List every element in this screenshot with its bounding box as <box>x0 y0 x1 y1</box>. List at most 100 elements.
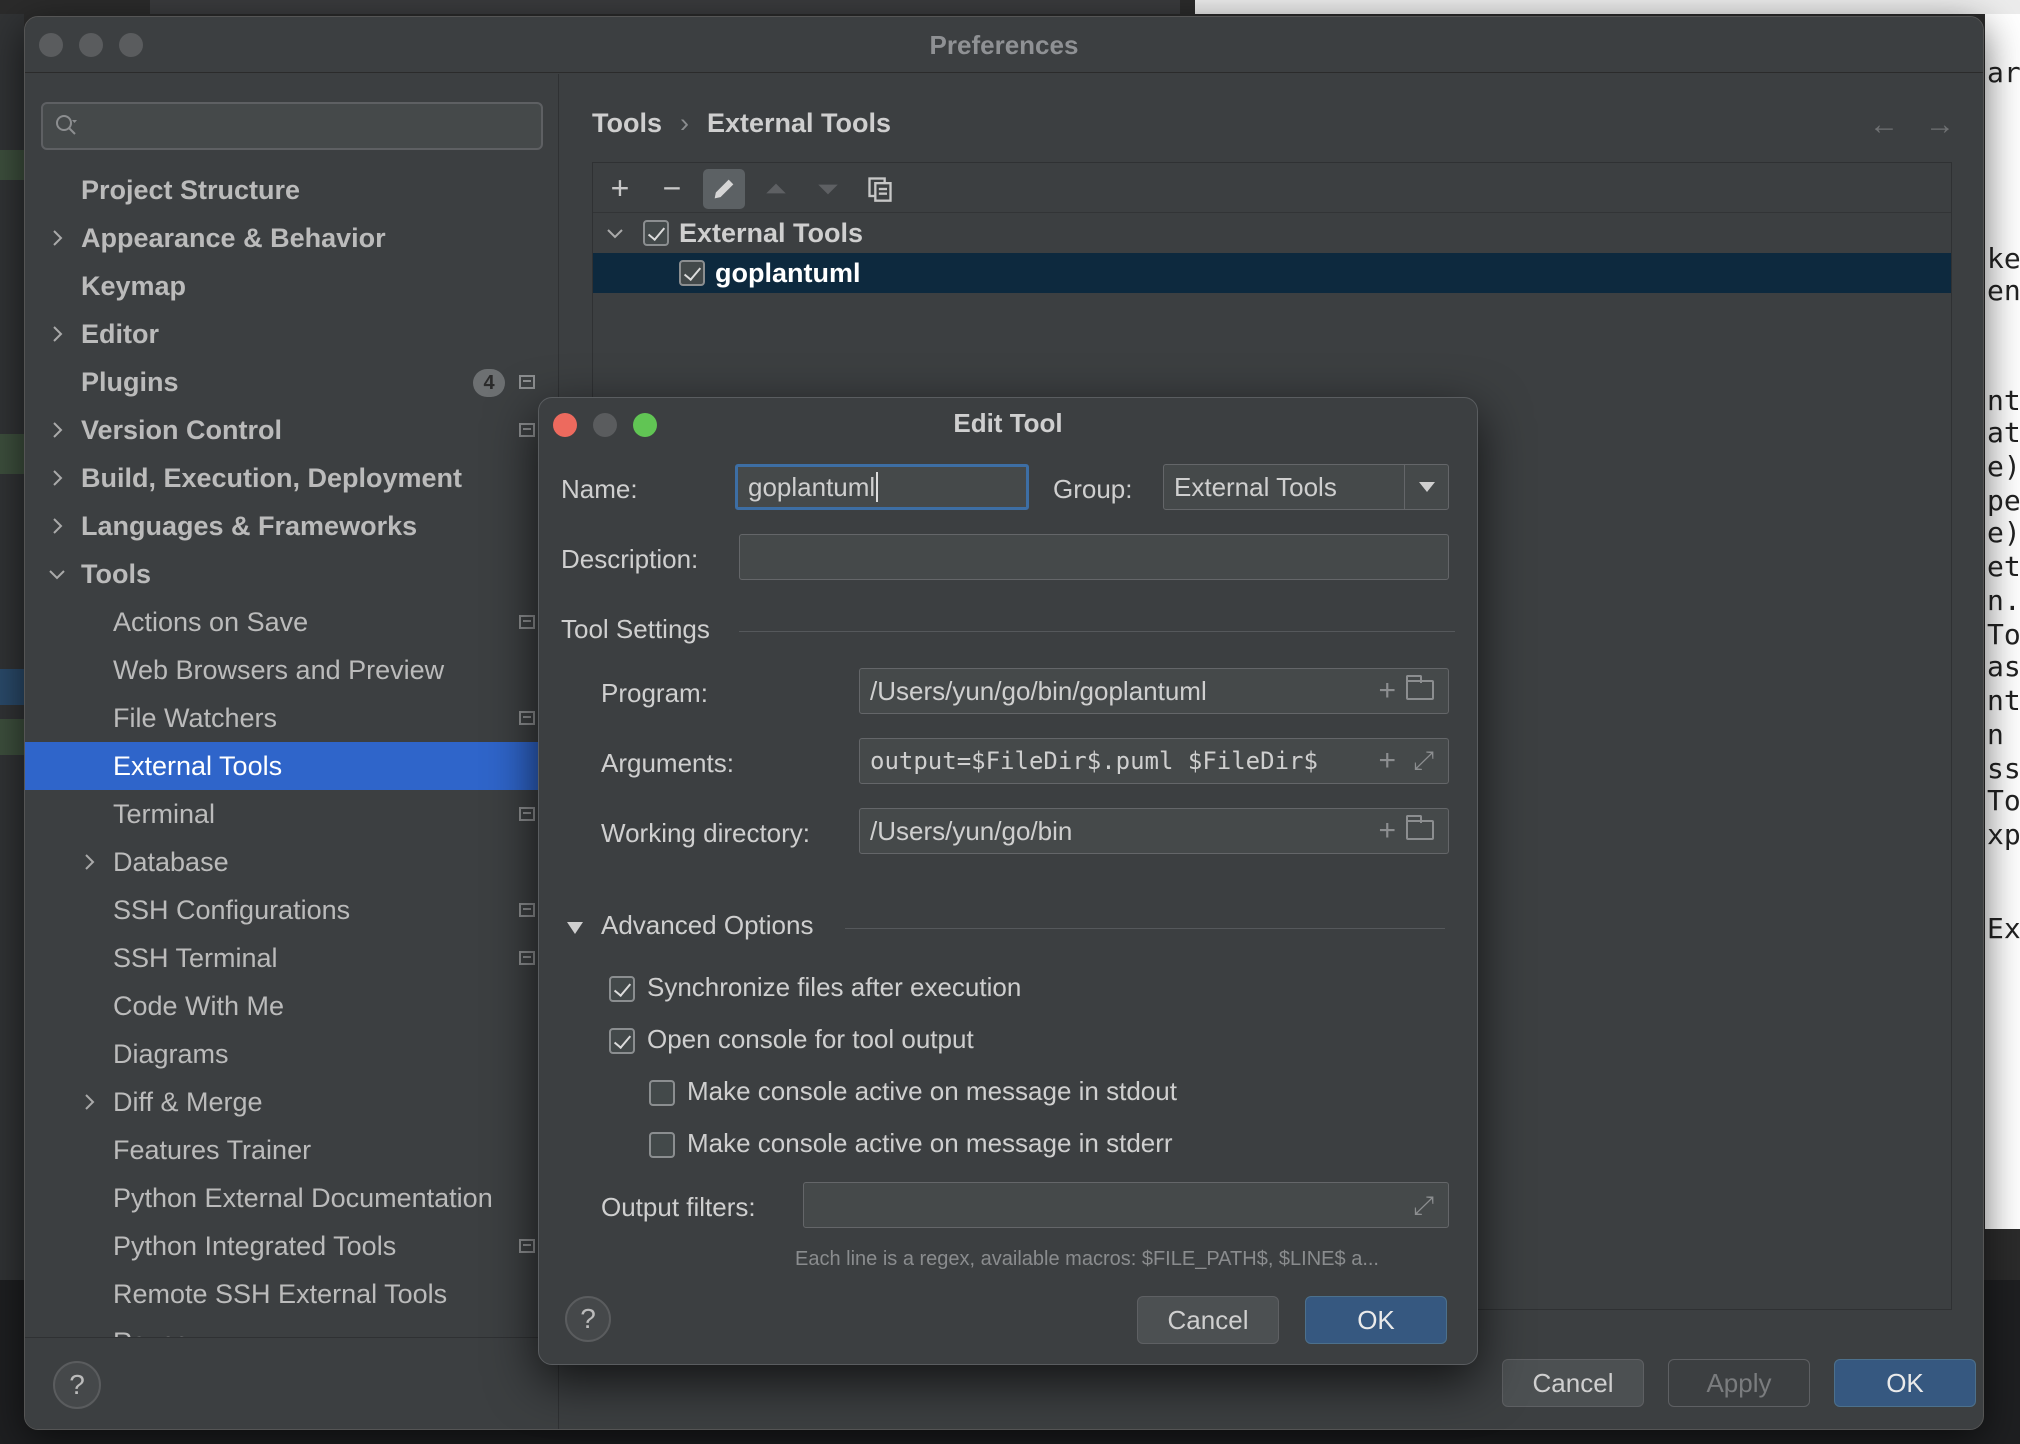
dialog-help-button[interactable]: ? <box>565 1296 611 1342</box>
sidebar-item-python-external-docs[interactable]: Python External Documentation <box>25 1174 558 1222</box>
insert-macro-icon[interactable]: + <box>1378 739 1396 783</box>
group-combobox[interactable]: External Tools <box>1163 464 1449 510</box>
title-bar: Preferences <box>25 17 1983 73</box>
sidebar-item-ssh-configurations[interactable]: SSH Configurations <box>25 886 558 934</box>
console-stderr-checkbox[interactable] <box>649 1132 675 1158</box>
external-tools-toolbar: + − <box>593 163 1951 213</box>
settings-search-input[interactable] <box>41 102 543 150</box>
sidebar-item-project-structure[interactable]: Project Structure <box>25 166 558 214</box>
expand-icon[interactable]: ⤢ <box>1413 1183 1434 1227</box>
chevron-right-icon[interactable] <box>45 226 69 250</box>
sidebar-item-code-with-me[interactable]: Code With Me <box>25 982 558 1030</box>
breadcrumb-current: External Tools <box>707 108 892 138</box>
sidebar-item-diff-merge[interactable]: Diff & Merge <box>25 1078 558 1126</box>
description-label: Description: <box>561 544 699 574</box>
chevron-right-icon[interactable] <box>77 1090 101 1114</box>
navigation-arrows: ← → <box>1843 108 1955 142</box>
breadcrumb-root[interactable]: Tools <box>592 108 662 138</box>
plugins-update-badge: 4 <box>473 369 505 397</box>
console-stdout-label[interactable]: Make console active on message in stdout <box>687 1076 1177 1107</box>
expand-icon[interactable]: ⤢ <box>1413 739 1434 783</box>
sidebar-item-actions-on-save[interactable]: Actions on Save <box>25 598 558 646</box>
tool-item-row[interactable]: goplantuml <box>593 253 1951 293</box>
background-code-fragment: n <box>1987 718 2004 751</box>
sidebar-item-database[interactable]: Database <box>25 838 558 886</box>
console-stderr-label[interactable]: Make console active on message in stderr <box>687 1128 1173 1159</box>
background-code-fragment: ker <box>1987 242 2020 275</box>
edit-tool-button[interactable] <box>703 169 745 209</box>
console-stdout-checkbox[interactable] <box>649 1080 675 1106</box>
sidebar-item-file-watchers[interactable]: File Watchers <box>25 694 558 742</box>
background-code-fragment: pe) <box>1987 484 2020 517</box>
insert-macro-icon[interactable]: + <box>1378 669 1396 713</box>
sidebar-item-tools[interactable]: Tools <box>25 550 558 598</box>
back-arrow-icon[interactable]: ← <box>1869 108 1899 141</box>
sidebar-item-editor[interactable]: Editor <box>25 310 558 358</box>
sidebar-item-terminal[interactable]: Terminal <box>25 790 558 838</box>
tool-enabled-checkbox[interactable] <box>679 260 705 286</box>
open-console-label[interactable]: Open console for tool output <box>647 1024 974 1055</box>
background-code-fragment: n.T <box>1987 584 2020 617</box>
sidebar-item-keymap[interactable]: Keymap <box>25 262 558 310</box>
triangle-down-icon[interactable] <box>565 920 585 936</box>
chevron-right-icon[interactable] <box>45 322 69 346</box>
move-down-button[interactable] <box>807 169 849 209</box>
sync-files-label[interactable]: Synchronize files after execution <box>647 972 1021 1003</box>
dialog-cancel-button[interactable]: Cancel <box>1137 1296 1279 1344</box>
help-button[interactable]: ? <box>53 1361 101 1409</box>
chevron-down-icon[interactable] <box>45 562 69 586</box>
sync-files-checkbox[interactable] <box>609 976 635 1002</box>
group-enabled-checkbox[interactable] <box>643 220 669 246</box>
section-divider <box>845 928 1445 929</box>
sidebar-item-ssh-terminal[interactable]: SSH Terminal <box>25 934 558 982</box>
ok-button[interactable]: OK <box>1834 1359 1976 1407</box>
chevron-right-icon[interactable] <box>77 850 101 874</box>
sidebar-item-external-tools[interactable]: External Tools <box>25 742 558 790</box>
search-icon <box>56 115 77 135</box>
browse-folder-icon[interactable] <box>1406 675 1434 700</box>
settings-sidebar: Project Structure Appearance & Behavior … <box>25 74 559 1429</box>
forward-arrow-icon[interactable]: → <box>1925 108 1955 141</box>
chevron-right-icon[interactable] <box>45 514 69 538</box>
add-tool-button[interactable]: + <box>599 169 641 209</box>
sidebar-item-plugins[interactable]: Plugins 4 <box>25 358 558 406</box>
chevron-down-icon[interactable] <box>603 221 627 245</box>
dialog-ok-button[interactable]: OK <box>1305 1296 1447 1344</box>
sidebar-item-remote-ssh-external-tools[interactable]: Remote SSH External Tools <box>25 1270 558 1318</box>
advanced-options-toggle[interactable]: Advanced Options <box>601 910 813 941</box>
move-up-button[interactable] <box>755 169 797 209</box>
sidebar-item-web-browsers[interactable]: Web Browsers and Preview <box>25 646 558 694</box>
background-code-fragment: etu <box>1987 550 2020 583</box>
group-value: External Tools <box>1174 472 1337 502</box>
output-filters-input[interactable]: ⤢ <box>803 1182 1449 1228</box>
working-directory-value: /Users/yun/go/bin <box>870 816 1073 846</box>
browse-folder-icon[interactable] <box>1406 815 1434 840</box>
program-input[interactable]: /Users/yun/go/bin/goplantuml + <box>859 668 1449 714</box>
background-code-fragment: To <box>1987 784 2020 817</box>
copy-tool-button[interactable] <box>859 169 901 209</box>
cancel-button[interactable]: Cancel <box>1502 1359 1644 1407</box>
insert-macro-icon[interactable]: + <box>1378 809 1396 853</box>
sidebar-item-languages-frameworks[interactable]: Languages & Frameworks <box>25 502 558 550</box>
dropdown-arrow-icon[interactable] <box>1404 465 1448 509</box>
apply-button[interactable]: Apply <box>1668 1359 1810 1407</box>
remove-tool-button[interactable]: − <box>651 169 693 209</box>
background-code-fragment: To <box>1987 618 2020 651</box>
sidebar-item-appearance-behavior[interactable]: Appearance & Behavior <box>25 214 558 262</box>
sidebar-item-version-control[interactable]: Version Control <box>25 406 558 454</box>
tool-group-row[interactable]: External Tools <box>593 213 1951 253</box>
chevron-right-icon[interactable] <box>45 466 69 490</box>
chevron-right-icon[interactable] <box>45 418 69 442</box>
sidebar-item-features-trainer[interactable]: Features Trainer <box>25 1126 558 1174</box>
window-title: Preferences <box>929 30 1079 60</box>
sidebar-item-build-execution-deployment[interactable]: Build, Execution, Deployment <box>25 454 558 502</box>
sidebar-item-diagrams[interactable]: Diagrams <box>25 1030 558 1078</box>
name-input[interactable]: goplantuml <box>735 464 1029 510</box>
description-input[interactable] <box>739 534 1449 580</box>
working-directory-input[interactable]: /Users/yun/go/bin + <box>859 808 1449 854</box>
open-console-checkbox[interactable] <box>609 1028 635 1054</box>
arguments-input[interactable]: output=$FileDir$.puml $FileDir$ + ⤢ <box>859 738 1449 784</box>
background-code-fragment: ars <box>1987 56 2020 89</box>
background-code-pane: arskerenTntatee) bpe)e) Ietun.TToastnt)n… <box>1985 14 2020 1229</box>
sidebar-item-python-integrated-tools[interactable]: Python Integrated Tools <box>25 1222 558 1270</box>
